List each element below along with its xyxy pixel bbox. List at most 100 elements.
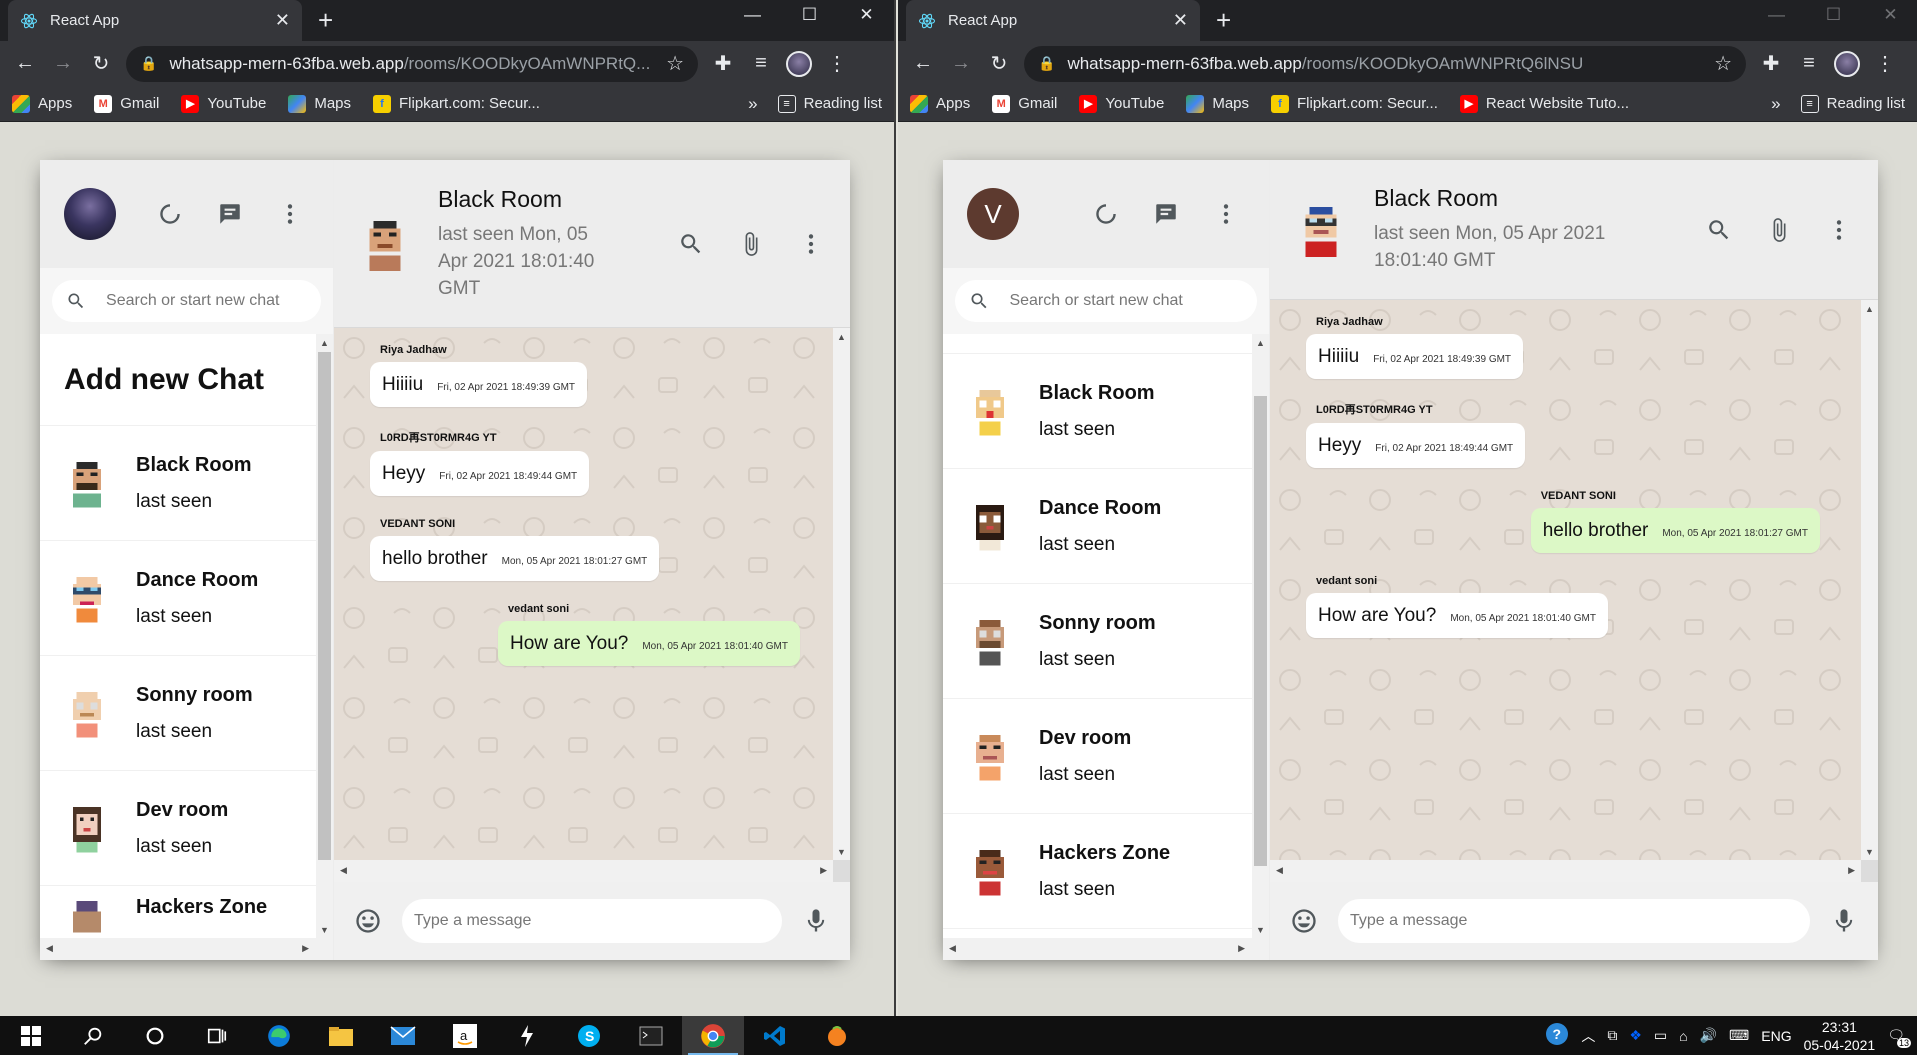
dropbox-icon[interactable]: ❖ <box>1629 1027 1642 1044</box>
attach-file-icon[interactable] <box>1760 211 1798 249</box>
scrollbar-thumb[interactable] <box>1254 396 1267 866</box>
back-icon[interactable]: ← <box>6 45 44 83</box>
bookmark-react-tutorial[interactable]: ▶ React Website Tuto... <box>1459 94 1629 113</box>
status-icon[interactable] <box>1087 195 1125 233</box>
add-new-chat[interactable]: Add new Chat <box>40 334 333 426</box>
notifications-icon[interactable]: 🗨 13 <box>1887 1027 1911 1048</box>
maximize-icon[interactable]: ☐ <box>1805 0 1862 30</box>
sidebar-chat-black-room[interactable]: Black Room last seen <box>40 426 333 541</box>
sidebar-chat-black-room[interactable]: Black Room last seen <box>943 354 1269 469</box>
address-bar[interactable]: 🔒 whatsapp-mern-63fba.web.app/rooms/KOOD… <box>126 45 698 82</box>
sidebar-hscrollbar[interactable]: ◀ ▶ <box>943 938 1269 960</box>
maximize-icon[interactable]: ☐ <box>781 0 838 30</box>
profile-avatar[interactable] <box>1828 45 1866 83</box>
language-indicator[interactable]: ENG <box>1761 1028 1791 1044</box>
minimize-icon[interactable]: — <box>1748 0 1805 30</box>
mic-icon[interactable] <box>1824 907 1864 935</box>
emoji-icon[interactable] <box>1284 907 1324 935</box>
mic-icon[interactable] <box>796 907 836 935</box>
profile-avatar[interactable] <box>780 45 818 83</box>
browser-menu-icon[interactable]: ⋮ <box>818 45 856 83</box>
lightning-app-icon[interactable] <box>496 1016 558 1055</box>
chat-scrollbar[interactable]: ▲ ▼ <box>1861 300 1878 860</box>
bookmark-flipkart[interactable]: f Flipkart.com: Secur... <box>1271 94 1438 113</box>
forward-icon[interactable]: → <box>942 45 980 83</box>
close-window-icon[interactable]: ✕ <box>838 0 894 30</box>
skype-icon[interactable]: S <box>558 1016 620 1055</box>
bookmark-youtube[interactable]: ▶ YouTube <box>1079 94 1164 113</box>
meet-now-icon[interactable]: ⧉ <box>1607 1027 1617 1044</box>
user-avatar[interactable]: V <box>967 188 1019 240</box>
task-view-icon[interactable] <box>186 1016 248 1055</box>
new-chat-icon[interactable] <box>211 195 249 233</box>
sidebar-chat-sonny-room[interactable]: Sonny room last seen <box>943 584 1269 699</box>
sidebar-chat-dev-room[interactable]: Dev room last seen <box>40 771 333 886</box>
bookmark-apps[interactable]: Apps <box>910 94 970 113</box>
close-tab-icon[interactable]: ✕ <box>275 10 290 31</box>
bookmark-star-icon[interactable]: ☆ <box>1714 51 1732 76</box>
close-tab-icon[interactable]: ✕ <box>1173 10 1188 31</box>
show-hidden-icons[interactable]: ︿ <box>1581 1026 1595 1046</box>
chrome-icon[interactable] <box>682 1016 744 1055</box>
close-window-icon[interactable]: ✕ <box>1862 0 1917 30</box>
scroll-down-icon[interactable]: ▼ <box>1861 843 1878 860</box>
scroll-up-icon[interactable]: ▲ <box>1252 334 1269 351</box>
browser-menu-icon[interactable]: ⋮ <box>1866 45 1904 83</box>
scroll-down-icon[interactable]: ▼ <box>1252 921 1269 938</box>
forward-icon[interactable]: → <box>44 45 82 83</box>
scroll-up-icon[interactable]: ▲ <box>1861 300 1878 317</box>
sidebar-chat-dev-room[interactable]: Dev room last seen <box>943 699 1269 814</box>
bookmark-star-icon[interactable]: ☆ <box>666 51 684 76</box>
fl-studio-icon[interactable] <box>806 1016 868 1055</box>
keyboard-icon[interactable]: ⌨ <box>1729 1027 1749 1044</box>
sidebar-chat-dance-room[interactable]: Dance Room last seen <box>943 469 1269 584</box>
reading-list[interactable]: ≡ Reading list <box>777 94 882 113</box>
sidebar-chat-sonny-room[interactable]: Sonny room last seen <box>40 656 333 771</box>
mail-icon[interactable] <box>372 1016 434 1055</box>
media-control-icon[interactable]: ≡ <box>742 45 780 83</box>
scroll-down-icon[interactable]: ▼ <box>833 843 850 860</box>
media-control-icon[interactable]: ≡ <box>1790 45 1828 83</box>
browser-tab[interactable]: React App ✕ <box>8 0 302 41</box>
scroll-down-icon[interactable]: ▼ <box>316 921 333 938</box>
message-input[interactable] <box>1338 899 1810 943</box>
new-tab-button[interactable]: + <box>1216 6 1231 34</box>
start-windows-icon[interactable] <box>0 1016 62 1055</box>
minimize-icon[interactable]: — <box>724 0 781 30</box>
more-bookmarks-icon[interactable]: » <box>748 94 757 114</box>
bookmark-youtube[interactable]: ▶ YouTube <box>181 94 266 113</box>
search-input[interactable] <box>106 292 307 310</box>
extensions-icon[interactable]: ✚ <box>1752 45 1790 83</box>
sidebar-chat-hackers-zone[interactable]: Hackers Zone <box>40 886 333 946</box>
chat-scrollbar[interactable]: ▲ ▼ <box>833 328 850 860</box>
scrollbar-thumb[interactable] <box>318 352 331 860</box>
help-icon[interactable]: ? <box>1545 1022 1569 1049</box>
terminal-icon[interactable] <box>620 1016 682 1055</box>
volume-icon[interactable]: 🔊 <box>1700 1027 1717 1044</box>
bookmark-maps[interactable]: Maps <box>1186 94 1249 113</box>
clock[interactable]: 23:31 05-04-2021 <box>1804 1018 1876 1054</box>
edge-icon[interactable] <box>248 1016 310 1055</box>
bookmark-apps[interactable]: Apps <box>12 94 72 113</box>
attach-file-icon[interactable] <box>732 225 770 263</box>
chat-hscrollbar[interactable]: ◀ ▶ <box>334 860 833 882</box>
sidebar-chat-dance-room[interactable]: Dance Room last seen <box>40 541 333 656</box>
chat-more-vert-icon[interactable] <box>1820 211 1858 249</box>
vscode-icon[interactable] <box>744 1016 806 1055</box>
sidebar-scrollbar[interactable]: ▲ ▼ <box>316 334 333 938</box>
scroll-up-icon[interactable]: ▲ <box>833 328 850 345</box>
sidebar-hscrollbar[interactable]: ◀ ▶ <box>40 938 333 960</box>
search-taskbar-icon[interactable] <box>62 1016 124 1055</box>
message-input[interactable] <box>402 899 782 943</box>
reload-icon[interactable]: ↻ <box>980 45 1018 83</box>
bookmark-maps[interactable]: Maps <box>288 94 351 113</box>
back-icon[interactable]: ← <box>904 45 942 83</box>
status-icon[interactable] <box>151 195 189 233</box>
search-input[interactable] <box>1009 292 1243 310</box>
scroll-up-icon[interactable]: ▲ <box>316 334 333 351</box>
battery-icon[interactable]: ▭ <box>1654 1027 1667 1044</box>
more-bookmarks-icon[interactable]: » <box>1771 94 1780 114</box>
user-avatar[interactable] <box>64 188 116 240</box>
amazon-icon[interactable]: a <box>434 1016 496 1055</box>
bookmark-gmail[interactable]: M Gmail <box>992 94 1057 113</box>
